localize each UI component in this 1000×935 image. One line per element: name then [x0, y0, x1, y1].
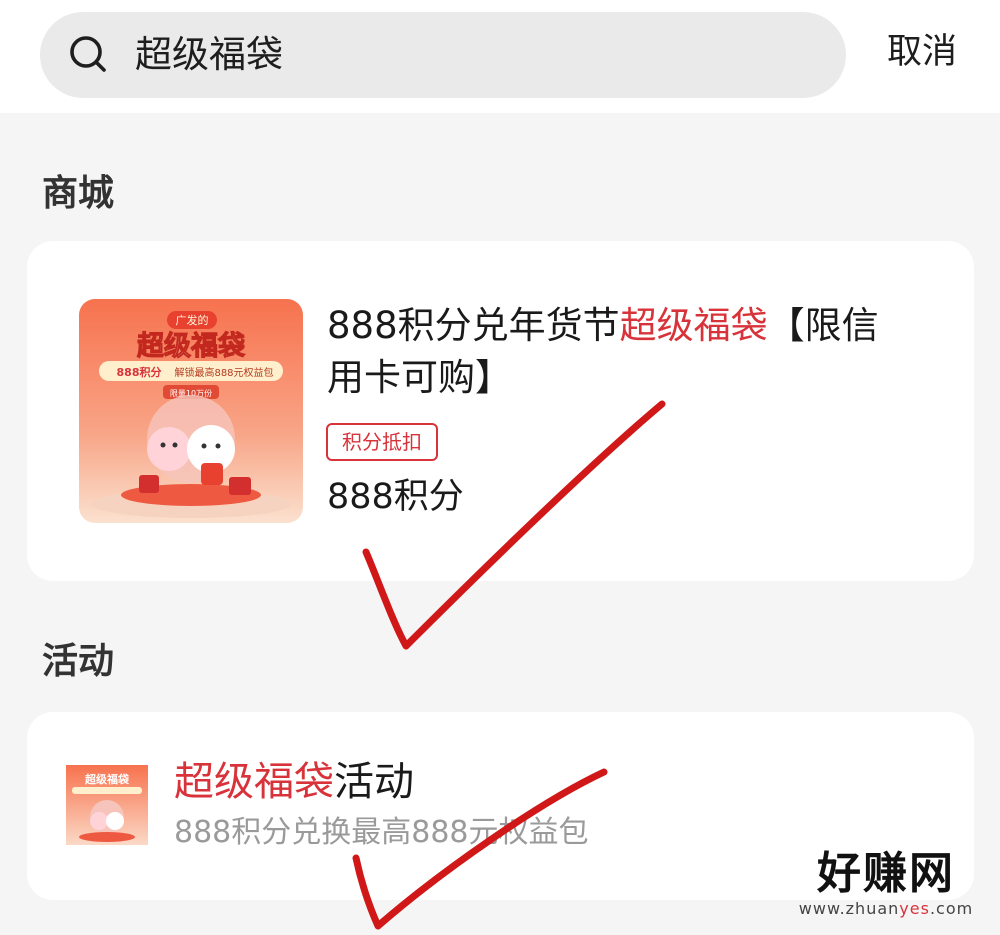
- watermark-url: www.zhuanyes.com: [798, 899, 974, 918]
- activity-thumbnail[interactable]: 超级福袋: [66, 765, 148, 845]
- activity-image: 超级福袋: [66, 765, 148, 845]
- search-input[interactable]: 超级福袋: [135, 32, 283, 78]
- thumb-badge: 广发的: [176, 313, 209, 327]
- activity-thumb-headline: 超级福袋: [84, 772, 130, 786]
- watermark: 好赚网 www.zhuanyes.com: [788, 848, 984, 918]
- watermark-logo-text: 好赚网: [817, 848, 955, 899]
- product-title[interactable]: 888积分兑年货节超级福袋【限信用卡可购】: [327, 300, 887, 404]
- section-title-mall: 商城: [42, 173, 115, 214]
- cancel-button[interactable]: 取消: [887, 30, 957, 74]
- product-thumbnail[interactable]: 广发的 超级福袋 888积分 解锁最高888元权益包 限量10万份: [79, 299, 303, 523]
- section-title-activity: 活动: [42, 641, 115, 682]
- product-price: 888积分: [327, 477, 464, 517]
- thumb-headline: 超级福袋: [137, 330, 246, 362]
- points-deduct-tag: 积分抵扣: [326, 423, 438, 461]
- activity-subtitle: 888积分兑换最高888元权益包: [174, 815, 589, 850]
- thumb-subtext: 解锁最高888元权益包: [174, 366, 273, 379]
- search-icon: [70, 36, 106, 72]
- top-bar: 超级福袋 取消: [0, 0, 1000, 113]
- thumb-points: 888积分: [117, 365, 162, 379]
- product-title-highlight: 超级福袋: [619, 304, 768, 347]
- search-bar[interactable]: 超级福袋: [40, 12, 846, 98]
- activity-title-highlight: 超级福袋: [174, 759, 334, 805]
- activity-title[interactable]: 超级福袋活动: [174, 757, 414, 807]
- product-image: 广发的 超级福袋 888积分 解锁最高888元权益包 限量10万份: [79, 299, 303, 523]
